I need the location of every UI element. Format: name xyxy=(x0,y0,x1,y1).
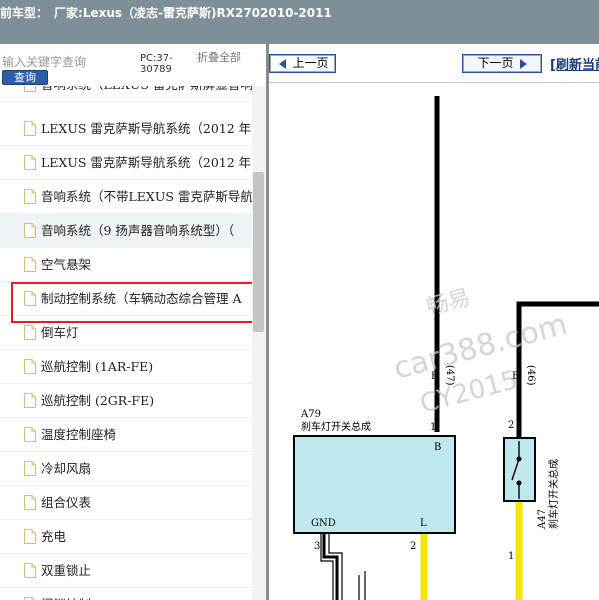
document-icon xyxy=(24,325,36,340)
pc-code-label: PC:37-30789 xyxy=(140,53,173,75)
watermark-text-1: 畅易 xyxy=(424,285,473,321)
arrow-left-icon xyxy=(279,58,287,69)
document-icon xyxy=(24,189,36,204)
wiring-diagram: 畅易 car388.com CY2015 B (47) B (46) A79 刹… xyxy=(293,96,599,600)
document-icon xyxy=(24,257,36,272)
tree-item[interactable]: 音响系统（不带LEXUS 雷克萨斯导航 xyxy=(0,180,252,214)
tree-item[interactable]: 巡航控制 (2GR-FE) xyxy=(0,384,252,418)
a47-code: A47 xyxy=(537,509,548,530)
selection-highlight xyxy=(11,282,254,323)
wire-label-b-left: B xyxy=(431,371,438,382)
a79-pin-3: 3 xyxy=(314,541,320,552)
tree-item-label: LEXUS 雷克萨斯导航系统（2012 年 xyxy=(41,155,252,170)
tree-item-label: 巡航控制 (2GR-FE) xyxy=(41,393,155,408)
a79-pin-1: 1 xyxy=(430,422,436,433)
tree-item-label: 冷却风扇 xyxy=(41,461,92,476)
arrow-right-icon xyxy=(519,58,527,69)
wire-label-46: (46) xyxy=(525,365,536,386)
wire-label-b-right: B xyxy=(512,371,519,382)
title-prefix: 前车型： xyxy=(0,6,49,20)
gnd-shield-wires xyxy=(320,534,366,600)
a79-pin-gnd: GND xyxy=(311,518,336,529)
document-tree: 音响系统（LEXUS 雷克萨斯屏显音响 LEXUS 雷克萨斯导航系统（2012 … xyxy=(0,86,252,600)
left-panel: 查询 PC:37-30789 折叠全部 音响系统（LEXUS 雷克萨斯屏显音响 … xyxy=(0,44,266,600)
tree-item[interactable]: LEXUS 雷克萨斯导航系统（2012 年 xyxy=(0,112,252,146)
tree-item[interactable]: LEXUS 雷克萨斯导航系统（2012 年 xyxy=(0,146,252,180)
previous-page-button[interactable]: 上一页 xyxy=(269,54,336,73)
tree-item-label: 音响系统（不带LEXUS 雷克萨斯导航 xyxy=(41,189,252,204)
tree-item[interactable]: 音响系统（LEXUS 雷克萨斯屏显音响 xyxy=(0,86,252,102)
a47-name: 刹车灯开关总成 xyxy=(547,459,560,529)
tree-item[interactable]: 巡航控制 (1AR-FE) xyxy=(0,350,252,384)
search-input[interactable] xyxy=(0,54,140,70)
tree-item-label: 空气悬架 xyxy=(41,257,92,272)
tree-scrollbar-thumb[interactable] xyxy=(253,172,264,332)
tree-item-label: 双重锁止 xyxy=(41,563,92,578)
tree-item[interactable]: 音响系统（9 扬声器音响系统型）（ xyxy=(0,214,252,248)
a79-pin-l: L xyxy=(420,518,427,529)
tree-item-label: LEXUS 雷克萨斯导航系统（2012 年 xyxy=(41,121,252,136)
next-page-button[interactable]: 下一页 xyxy=(462,54,542,73)
tree-item-label: 温度控制座椅 xyxy=(41,427,117,442)
document-icon xyxy=(24,529,36,544)
tree-item[interactable]: 双重锁止 xyxy=(0,554,252,588)
document-icon xyxy=(24,359,36,374)
document-icon xyxy=(24,461,36,476)
tree-item[interactable]: 空气悬架 xyxy=(0,248,252,282)
collapse-all-link[interactable]: 折叠全部 xyxy=(197,52,241,64)
a47-pin-1: 1 xyxy=(508,551,514,562)
document-icon xyxy=(24,495,36,510)
diagram-panel: 上一页 下一页 [刷新当前 畅易 car388.com CY2015 B (47… xyxy=(269,44,599,600)
window-title-bar: 前车型： 厂家:Lexus（凌志-雷克萨斯)RX2702010-2011 xyxy=(0,0,599,44)
a79-name: 刹车灯开关总成 xyxy=(301,420,371,433)
document-icon xyxy=(24,86,36,92)
tree-item[interactable]: 组合仪表 xyxy=(0,486,252,520)
document-icon xyxy=(24,563,36,578)
refresh-current-link[interactable]: [刷新当前 xyxy=(550,54,599,73)
a47-pin-2: 2 xyxy=(508,420,514,431)
title-manufacturer: 厂家:Lexus（凌志-雷克萨斯)RX2702010-2011 xyxy=(54,6,332,20)
viewer-toolbar: 上一页 下一页 [刷新当前 xyxy=(269,44,599,82)
tree-item[interactable]: 充电 xyxy=(0,520,252,554)
next-page-label: 下一页 xyxy=(477,56,514,70)
document-icon xyxy=(24,427,36,442)
document-icon xyxy=(24,155,36,170)
document-icon xyxy=(24,121,36,136)
previous-page-label: 上一页 xyxy=(292,56,329,70)
wire-label-47: (47) xyxy=(444,365,455,386)
tree-item-label: 门锁控制 xyxy=(41,588,91,600)
a79-pin-b: B xyxy=(434,442,441,453)
tree-item[interactable]: 门锁控制 xyxy=(0,588,252,600)
tree-item-label: 音响系统（LEXUS 雷克萨斯屏显音响 xyxy=(41,86,252,102)
tree-item-label: 充电 xyxy=(41,529,67,544)
a79-code: A79 xyxy=(300,409,321,420)
document-icon xyxy=(24,223,36,238)
query-button[interactable]: 查询 xyxy=(2,70,48,85)
tree-item-label: 巡航控制 (1AR-FE) xyxy=(41,359,154,374)
a79-pin-2: 2 xyxy=(410,541,416,552)
tree-item-label: 组合仪表 xyxy=(41,495,92,510)
tree-scrollbar[interactable] xyxy=(252,86,266,600)
tree-item[interactable]: 冷却风扇 xyxy=(0,452,252,486)
tree-item[interactable]: 温度控制座椅 xyxy=(0,418,252,452)
search-area: 查询 PC:37-30789 折叠全部 xyxy=(0,44,266,86)
document-icon xyxy=(24,393,36,408)
tree-item-label: 音响系统（9 扬声器音响系统型）（ xyxy=(41,223,235,238)
